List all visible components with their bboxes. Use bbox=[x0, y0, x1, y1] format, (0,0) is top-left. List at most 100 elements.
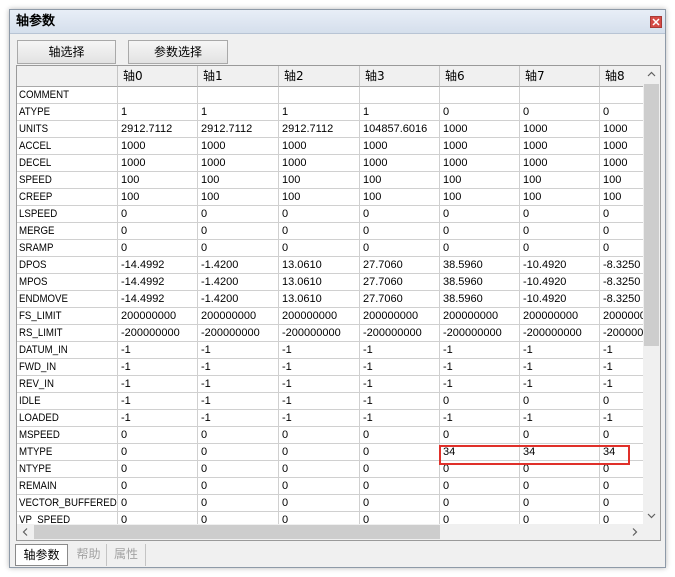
table-cell[interactable]: 0 bbox=[118, 495, 198, 512]
table-cell[interactable]: 200000000 bbox=[440, 308, 520, 325]
table-cell[interactable]: 100 bbox=[600, 189, 643, 206]
table-cell[interactable]: -200000000 bbox=[360, 325, 440, 342]
table-cell[interactable]: 34 bbox=[440, 444, 520, 461]
table-cell[interactable]: 34 bbox=[520, 444, 600, 461]
table-cell[interactable]: 0 bbox=[198, 495, 279, 512]
table-cell[interactable]: -1 bbox=[279, 359, 360, 376]
horizontal-scrollbar[interactable] bbox=[17, 524, 643, 540]
table-cell[interactable] bbox=[440, 87, 520, 104]
table-cell[interactable]: 0 bbox=[360, 427, 440, 444]
table-cell[interactable]: 1000 bbox=[198, 138, 279, 155]
table-cell[interactable]: 1000 bbox=[118, 155, 198, 172]
table-cell[interactable]: 0 bbox=[360, 512, 440, 524]
table-cell[interactable]: 0 bbox=[600, 206, 643, 223]
table-cell[interactable]: -1 bbox=[520, 359, 600, 376]
table-cell[interactable]: -1 bbox=[198, 342, 279, 359]
table-cell[interactable]: 1 bbox=[360, 104, 440, 121]
table-cell[interactable]: 1000 bbox=[520, 138, 600, 155]
table-cell[interactable]: 27.7060 bbox=[360, 274, 440, 291]
table-cell[interactable]: -1 bbox=[118, 376, 198, 393]
table-cell[interactable]: 0 bbox=[520, 512, 600, 524]
table-cell[interactable]: -8.3250 bbox=[600, 274, 643, 291]
table-cell[interactable]: -1 bbox=[118, 393, 198, 410]
table-cell[interactable]: 0 bbox=[440, 240, 520, 257]
table-cell[interactable]: -1 bbox=[279, 410, 360, 427]
table-cell[interactable]: -1 bbox=[118, 359, 198, 376]
tab-properties[interactable]: 属性 bbox=[107, 544, 146, 566]
table-cell[interactable]: -1 bbox=[360, 393, 440, 410]
table-cell[interactable]: 100 bbox=[118, 189, 198, 206]
table-cell[interactable]: 0 bbox=[198, 206, 279, 223]
column-header[interactable]: 轴2 bbox=[279, 66, 360, 87]
table-cell[interactable]: -8.3250 bbox=[600, 257, 643, 274]
table-cell[interactable]: 0 bbox=[279, 206, 360, 223]
table-cell[interactable]: 1000 bbox=[600, 138, 643, 155]
column-header[interactable]: 轴6 bbox=[440, 66, 520, 87]
tab-axis-parameters[interactable]: 轴参数 bbox=[15, 544, 68, 566]
table-cell[interactable]: 0 bbox=[360, 223, 440, 240]
table-cell[interactable]: 100 bbox=[279, 189, 360, 206]
tab-help[interactable]: 帮助 bbox=[71, 544, 107, 566]
table-cell[interactable]: 13.0610 bbox=[279, 274, 360, 291]
table-cell[interactable]: 0 bbox=[600, 393, 643, 410]
table-cell[interactable]: 200000000 bbox=[118, 308, 198, 325]
table-cell[interactable]: 0 bbox=[360, 240, 440, 257]
table-cell[interactable]: 0 bbox=[600, 512, 643, 524]
table-cell[interactable]: 0 bbox=[600, 495, 643, 512]
table-cell[interactable]: -200000000 bbox=[198, 325, 279, 342]
table-cell[interactable]: -1 bbox=[440, 376, 520, 393]
scroll-up-button[interactable] bbox=[643, 66, 660, 83]
table-cell[interactable]: 0 bbox=[440, 206, 520, 223]
table-cell[interactable]: 0 bbox=[198, 512, 279, 524]
column-header[interactable]: 轴0 bbox=[118, 66, 198, 87]
table-cell[interactable]: 0 bbox=[440, 427, 520, 444]
close-button[interactable] bbox=[650, 16, 662, 28]
table-cell[interactable]: 0 bbox=[279, 444, 360, 461]
table-cell[interactable]: 1 bbox=[279, 104, 360, 121]
table-cell[interactable]: 27.7060 bbox=[360, 291, 440, 308]
table-cell[interactable]: 0 bbox=[600, 223, 643, 240]
table-cell[interactable]: 100 bbox=[360, 172, 440, 189]
table-cell[interactable]: 0 bbox=[360, 444, 440, 461]
table-cell[interactable]: -1 bbox=[600, 342, 643, 359]
table-cell[interactable]: 0 bbox=[118, 512, 198, 524]
table-cell[interactable]: -1 bbox=[520, 410, 600, 427]
table-cell[interactable]: 1000 bbox=[520, 155, 600, 172]
column-header[interactable]: 轴1 bbox=[198, 66, 279, 87]
table-cell[interactable]: 1000 bbox=[279, 155, 360, 172]
table-cell[interactable]: 0 bbox=[520, 427, 600, 444]
table-cell[interactable]: 1000 bbox=[360, 138, 440, 155]
table-cell[interactable]: 1000 bbox=[600, 121, 643, 138]
vertical-scroll-thumb[interactable] bbox=[644, 84, 659, 346]
table-cell[interactable]: -200000000 bbox=[600, 325, 643, 342]
table-cell[interactable]: 2912.7112 bbox=[198, 121, 279, 138]
table-cell[interactable]: 1000 bbox=[118, 138, 198, 155]
table-cell[interactable] bbox=[600, 87, 643, 104]
table-cell[interactable]: 0 bbox=[520, 223, 600, 240]
table-cell[interactable]: -1 bbox=[360, 410, 440, 427]
table-cell[interactable]: 1000 bbox=[198, 155, 279, 172]
table-cell[interactable]: 0 bbox=[118, 478, 198, 495]
table-cell[interactable]: -1 bbox=[198, 359, 279, 376]
table-cell[interactable] bbox=[520, 87, 600, 104]
table-cell[interactable]: 0 bbox=[279, 478, 360, 495]
table-cell[interactable]: -14.4992 bbox=[118, 291, 198, 308]
table-cell[interactable]: 0 bbox=[279, 512, 360, 524]
table-cell[interactable]: -1 bbox=[600, 376, 643, 393]
table-cell[interactable]: 34 bbox=[600, 444, 643, 461]
scroll-down-button[interactable] bbox=[643, 507, 660, 524]
table-cell[interactable]: 13.0610 bbox=[279, 291, 360, 308]
table-cell[interactable]: -1 bbox=[118, 342, 198, 359]
scroll-right-button[interactable] bbox=[626, 524, 643, 540]
table-cell[interactable]: -1 bbox=[520, 376, 600, 393]
table-cell[interactable]: -1 bbox=[118, 410, 198, 427]
table-cell[interactable]: 100 bbox=[360, 189, 440, 206]
table-cell[interactable] bbox=[118, 87, 198, 104]
table-cell[interactable]: 1000 bbox=[279, 138, 360, 155]
table-cell[interactable]: 1000 bbox=[600, 155, 643, 172]
table-cell[interactable]: -1 bbox=[360, 359, 440, 376]
table-cell[interactable]: 104857.6016 bbox=[360, 121, 440, 138]
table-cell[interactable]: 0 bbox=[198, 461, 279, 478]
table-cell[interactable]: 0 bbox=[520, 206, 600, 223]
table-cell[interactable]: 0 bbox=[600, 478, 643, 495]
